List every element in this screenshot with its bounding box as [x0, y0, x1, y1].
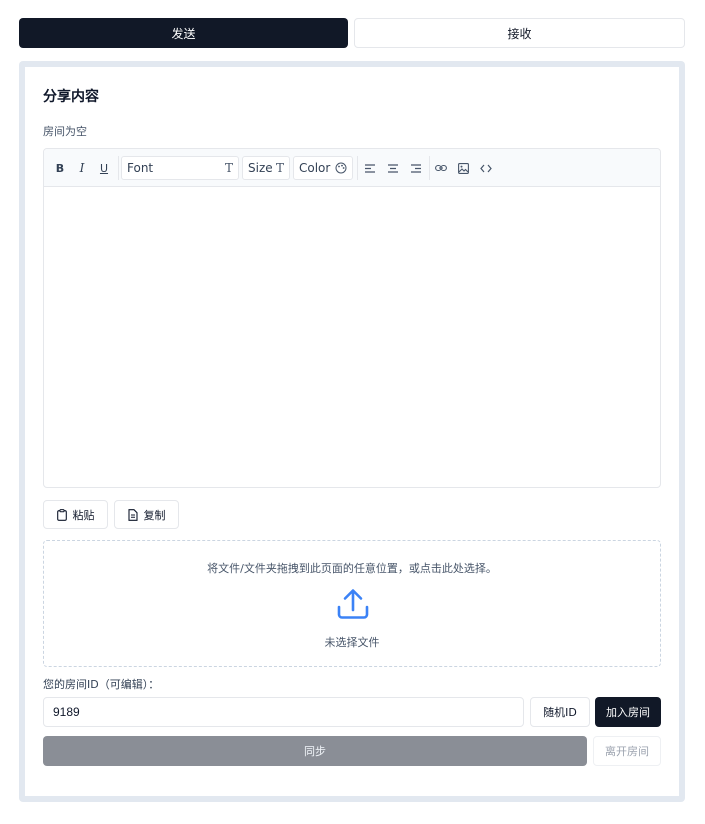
- toolbar-divider: [118, 156, 119, 180]
- link-icon: [435, 164, 447, 172]
- copy-button[interactable]: 复制: [114, 500, 179, 529]
- align-center-button[interactable]: [386, 157, 400, 179]
- bold-button[interactable]: B: [53, 157, 67, 179]
- file-selection-status: 未选择文件: [324, 636, 380, 649]
- font-select[interactable]: Font T: [121, 156, 239, 180]
- font-icon: T: [224, 161, 233, 175]
- sync-button[interactable]: 同步: [43, 736, 587, 766]
- underline-icon: U: [99, 161, 109, 175]
- palette-icon: [335, 162, 347, 174]
- paste-button[interactable]: 粘贴: [43, 500, 108, 529]
- image-button[interactable]: [456, 157, 470, 179]
- room-id-label: 您的房间ID（可编辑）：: [43, 678, 160, 691]
- page-title: 分享内容: [43, 89, 99, 105]
- image-icon: [457, 162, 469, 174]
- color-select[interactable]: Color: [293, 156, 353, 180]
- clipboard-icon: [56, 508, 67, 521]
- file-dropzone[interactable]: 将文件/文件夹拖拽到此页面的任意位置，或点击此处选择。 未选择文件: [43, 540, 661, 667]
- editor-toolbar: B I U Font T Size T Color: [44, 149, 660, 187]
- color-select-label: Color: [299, 161, 331, 175]
- leave-room-button[interactable]: 离开房间: [593, 736, 661, 766]
- italic-button[interactable]: I: [75, 157, 89, 179]
- underline-button[interactable]: U: [97, 157, 111, 179]
- align-right-icon: [410, 163, 421, 173]
- mode-tabs: 发送 接收: [19, 18, 685, 48]
- code-icon: [480, 164, 492, 172]
- bold-icon: B: [55, 161, 65, 175]
- toolbar-divider: [357, 156, 358, 180]
- editor-content-area[interactable]: [44, 188, 660, 487]
- rich-text-editor: B I U Font T Size T Color: [43, 148, 661, 488]
- toolbar-divider: [429, 156, 430, 180]
- document-icon: [127, 508, 138, 521]
- font-select-label: Font: [127, 161, 154, 175]
- room-id-input[interactable]: [43, 697, 524, 727]
- join-room-button[interactable]: 加入房间: [595, 697, 661, 727]
- copy-button-label: 复制: [143, 508, 166, 522]
- align-right-button[interactable]: [409, 157, 423, 179]
- random-id-button[interactable]: 随机ID: [530, 697, 590, 727]
- size-select[interactable]: Size T: [242, 156, 290, 180]
- italic-icon: I: [79, 161, 85, 175]
- align-center-icon: [387, 163, 398, 173]
- code-button[interactable]: [479, 157, 493, 179]
- tab-send[interactable]: 发送: [19, 18, 348, 48]
- align-left-button[interactable]: [363, 157, 377, 179]
- dropzone-hint: 将文件/文件夹拖拽到此页面的任意位置，或点击此处选择。: [207, 562, 497, 575]
- size-icon: T: [275, 161, 284, 175]
- link-button[interactable]: [434, 157, 448, 179]
- upload-icon: [337, 589, 369, 619]
- paste-button-label: 粘贴: [72, 508, 95, 522]
- size-select-label: Size: [248, 161, 273, 175]
- room-status-text: 房间为空: [43, 125, 87, 138]
- align-left-icon: [364, 163, 375, 173]
- tab-receive[interactable]: 接收: [354, 18, 685, 48]
